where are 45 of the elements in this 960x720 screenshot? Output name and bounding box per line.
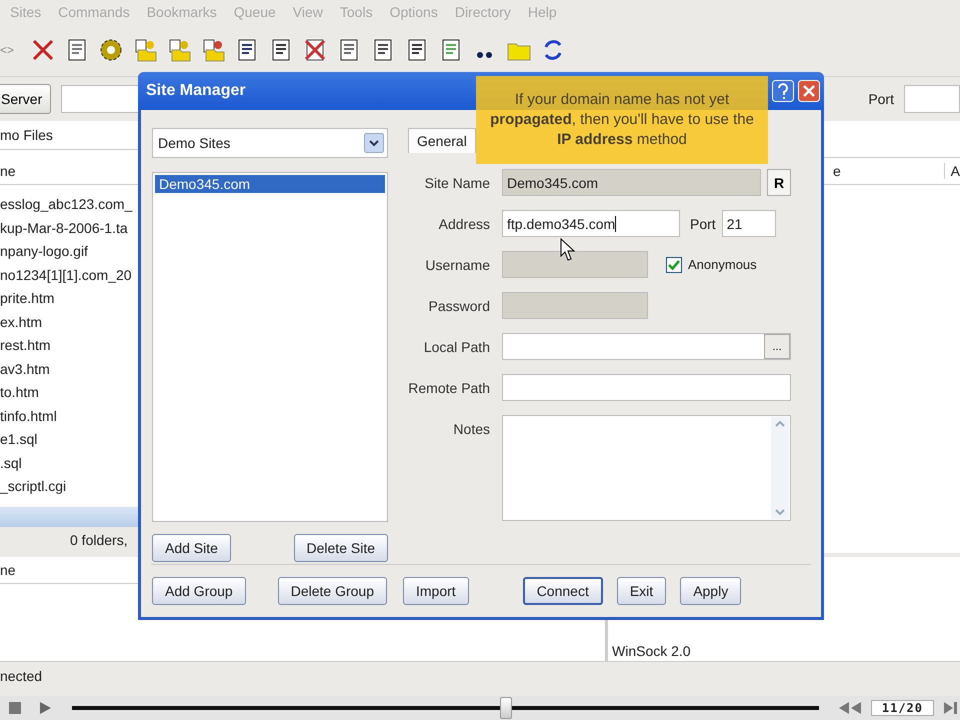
dialog-button[interactable]: Add Site bbox=[152, 534, 231, 562]
field-label: Notes bbox=[452, 420, 490, 437]
dialog-button[interactable]: Exit bbox=[616, 577, 666, 605]
input-field[interactable]: ... bbox=[502, 333, 791, 360]
cursor-icon bbox=[560, 238, 576, 262]
tab[interactable]: General bbox=[408, 128, 476, 153]
column-header[interactable]: e bbox=[833, 163, 841, 179]
column-header[interactable]: A bbox=[944, 163, 960, 179]
folder-summary: 0 folders, bbox=[70, 532, 128, 548]
stop-icon[interactable] bbox=[30, 37, 56, 63]
group-dropdown[interactable]: Demo Sites bbox=[152, 128, 388, 158]
help-icon[interactable] bbox=[772, 80, 794, 102]
input-field[interactable] bbox=[502, 374, 791, 401]
field-label: Port bbox=[690, 216, 716, 232]
input-field[interactable]: ftp.demo345.com bbox=[502, 210, 680, 237]
browse-button[interactable]: ... bbox=[764, 334, 790, 359]
page-counter: 11/20 bbox=[870, 700, 934, 716]
toolbar-icon[interactable] bbox=[98, 37, 124, 63]
input-field[interactable] bbox=[502, 415, 791, 521]
field-label: Address bbox=[438, 216, 490, 232]
dialog-button[interactable]: Import bbox=[403, 577, 469, 605]
port-field[interactable] bbox=[904, 85, 960, 113]
dialog-button[interactable]: Add Group bbox=[152, 577, 246, 605]
port-label: Port bbox=[868, 91, 894, 107]
field-label: Local Path bbox=[422, 338, 490, 354]
window-title: Site Manager bbox=[146, 82, 246, 100]
dialog-button[interactable]: Connect bbox=[522, 577, 603, 605]
dialog-button[interactable]: Delete Group bbox=[278, 577, 387, 605]
field-label: Remote Path bbox=[408, 380, 490, 396]
field-label: Password bbox=[428, 298, 490, 314]
dialog-button[interactable]: Apply bbox=[680, 577, 742, 605]
seek-handle[interactable] bbox=[500, 697, 512, 719]
toolbar-icon[interactable] bbox=[302, 37, 328, 63]
checkbox-label: Anonymous bbox=[688, 257, 757, 272]
log-line: WinSock 2.0 bbox=[612, 643, 692, 659]
site-item[interactable]: Demo345.com bbox=[155, 175, 385, 193]
server-button[interactable]: Server bbox=[0, 84, 52, 114]
callout-text: If your domain name has not yet propagated, then you'll have to use the IP address method bbox=[489, 90, 755, 150]
field-label: Username bbox=[424, 256, 490, 272]
dialog-button[interactable]: Delete Site bbox=[294, 534, 388, 562]
port-field[interactable]: 21 bbox=[722, 210, 776, 237]
toolbar-text: <> bbox=[0, 43, 16, 57]
field-label: Site Name bbox=[424, 174, 490, 190]
status-text: nected bbox=[0, 668, 42, 684]
close-icon[interactable] bbox=[798, 80, 820, 102]
